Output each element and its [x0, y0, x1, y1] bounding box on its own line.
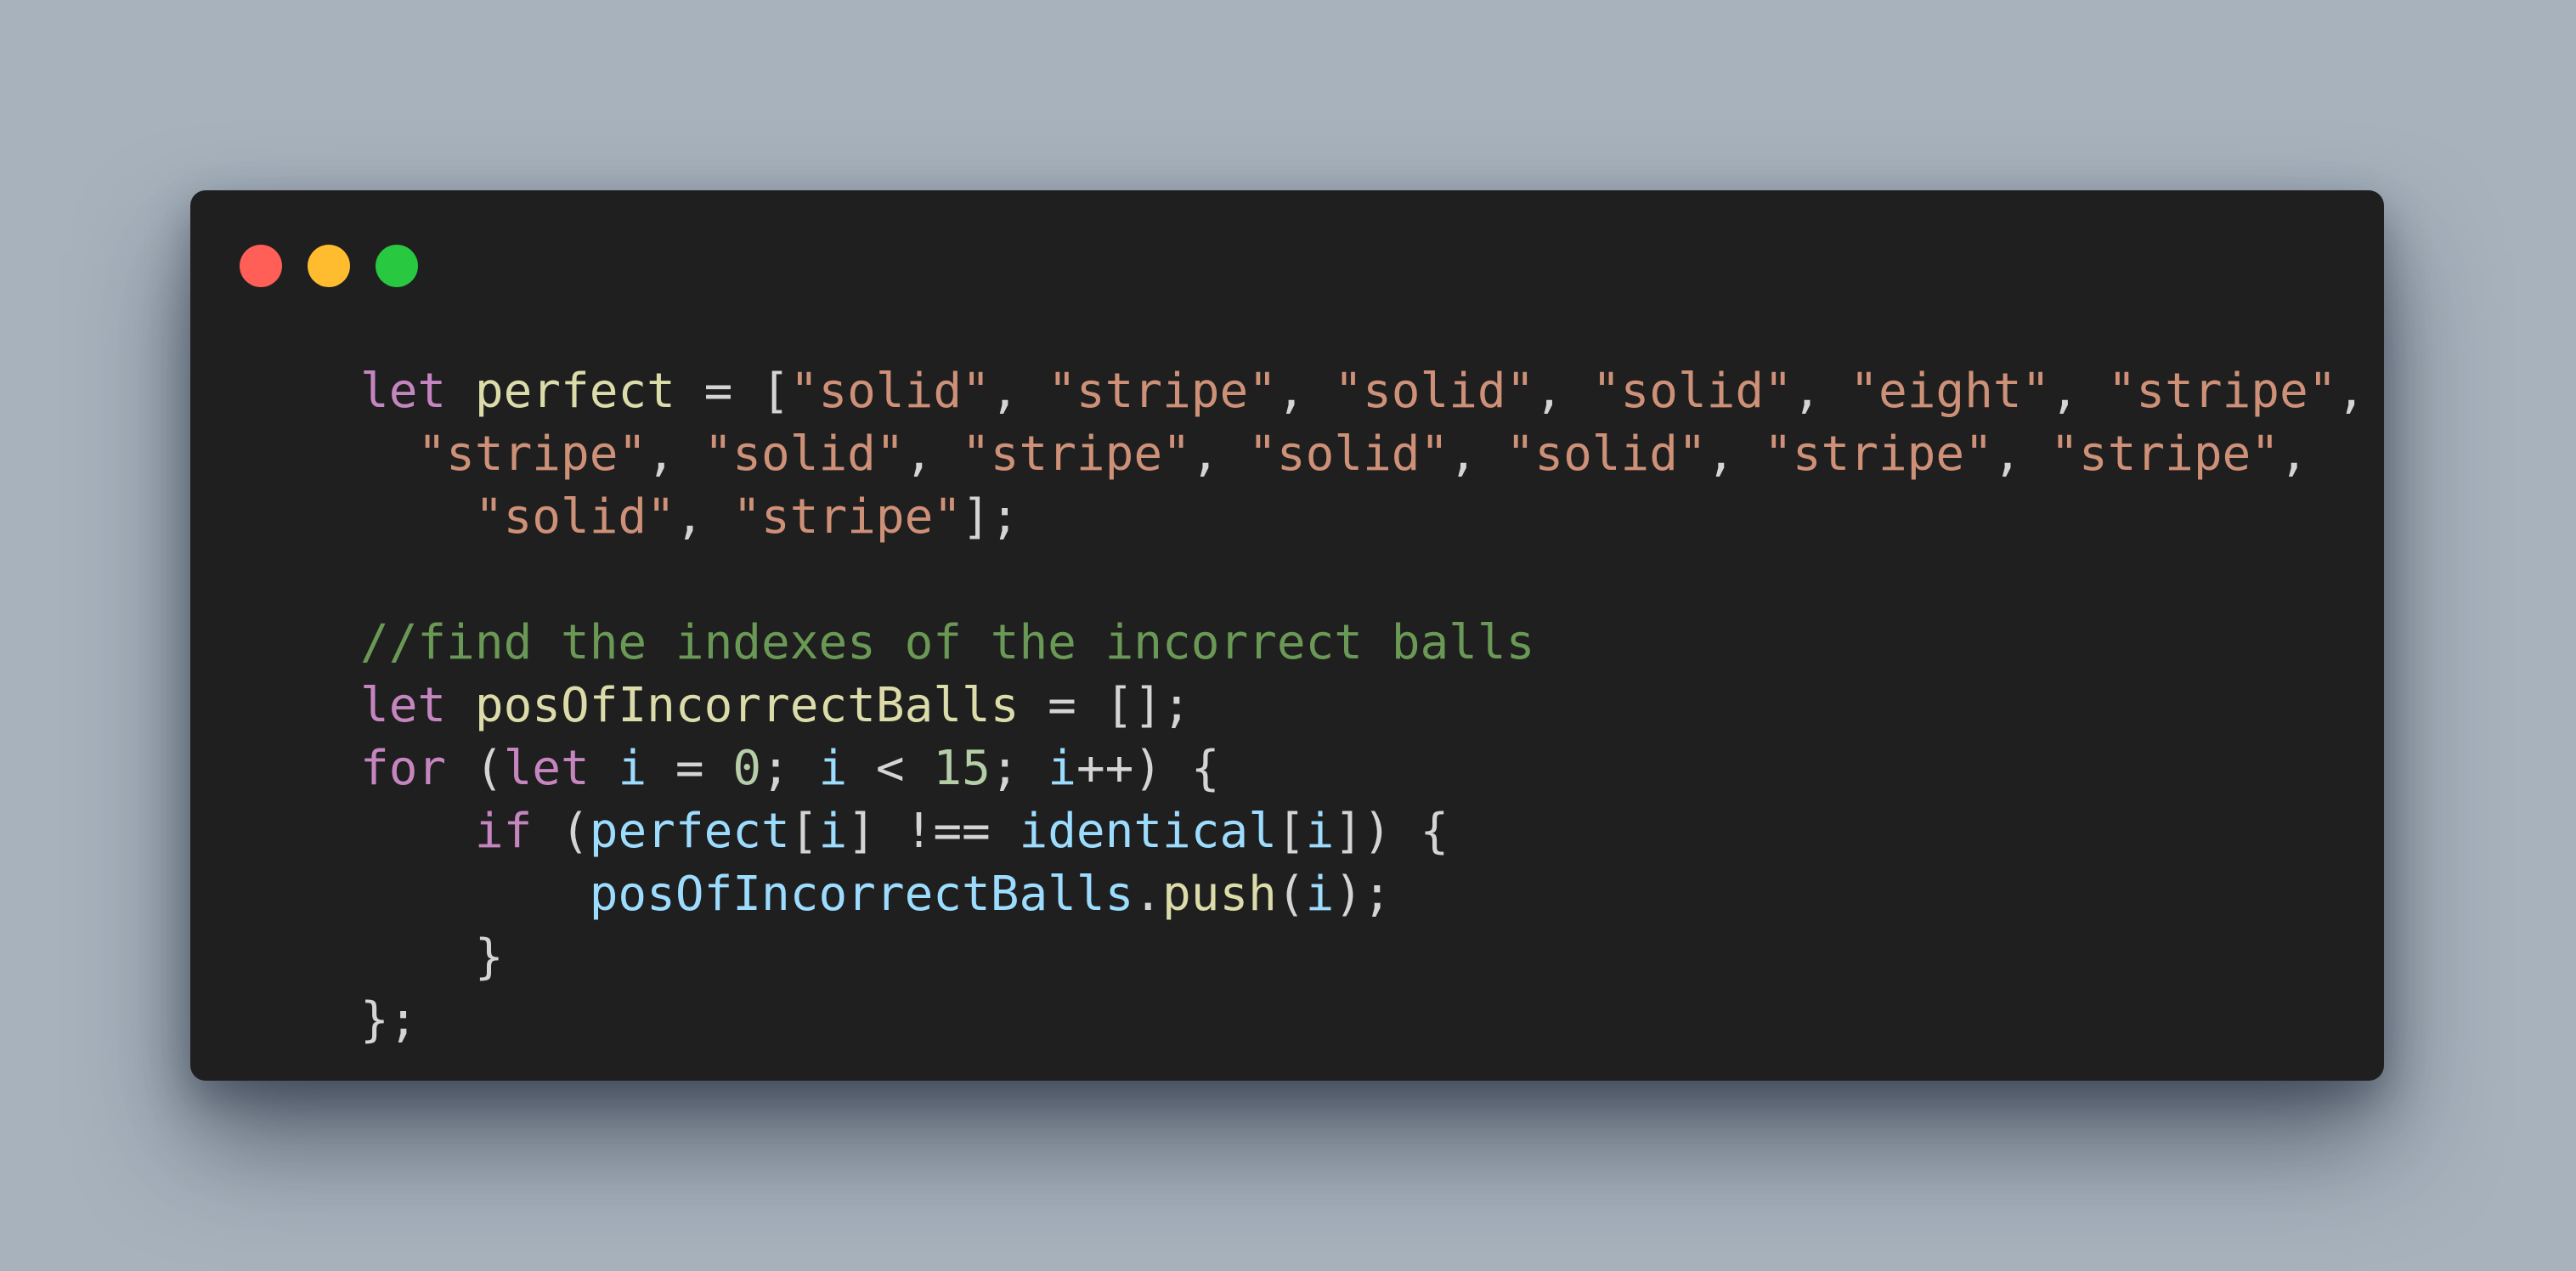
code-token-punctuation: ,: [1276, 364, 1335, 419]
code-token-number: 0: [732, 741, 762, 796]
code-token-punctuation: (: [532, 804, 590, 859]
code-token-string: "stripe": [417, 426, 647, 482]
code-line: posOfIncorrectBalls.push(i);: [360, 863, 2367, 926]
code-token-punctuation: }: [474, 929, 504, 985]
code-token-punctuation: ,: [990, 364, 1048, 419]
code-token-punctuation: };: [360, 992, 418, 1048]
code-token-punctuation: ]) {: [1334, 804, 1449, 859]
code-token-variable: i: [818, 804, 848, 859]
code-token-punctuation: ;: [990, 741, 1048, 796]
code-token-punctuation: [446, 678, 475, 733]
code-line: for (let i = 0; i < 15; i++) {: [360, 737, 2367, 800]
code-token-punctuation: ,: [2050, 364, 2108, 419]
code-token-punctuation: ,: [675, 489, 733, 545]
code-token-punctuation: .: [1133, 867, 1163, 922]
code-token-keyword: let: [360, 364, 447, 419]
code-token-punctuation: ,: [1992, 426, 2051, 482]
code-token-punctuation: ,: [1449, 426, 1506, 482]
code-token-punctuation: ,: [1792, 364, 1850, 419]
code-token-punctuation: = [];: [1019, 678, 1191, 733]
code-token-variable: i: [1048, 741, 1076, 796]
code-token-punctuation: ,: [2336, 364, 2366, 419]
code-token-punctuation: ,: [1706, 426, 1765, 482]
code-token-string: "solid": [1334, 364, 1535, 419]
code-token-string: "solid": [1591, 364, 1793, 419]
code-token-string: "solid": [789, 364, 991, 419]
code-token-string: "stripe": [962, 426, 1191, 482]
code-token-punctuation: ,: [2279, 426, 2308, 482]
zoom-button[interactable]: [376, 245, 418, 287]
code-token-punctuation: ] !==: [847, 804, 1020, 859]
minimize-button[interactable]: [308, 245, 350, 287]
code-token-string: "eight": [1850, 364, 2051, 419]
code-token-variable: i: [1305, 867, 1335, 922]
code-token-punctuation: ];: [962, 489, 1020, 545]
code-window: let perfect = ["solid", "stripe", "solid…: [190, 190, 2384, 1081]
code-token-punctuation: [: [1276, 804, 1306, 859]
code-token-keyword: if: [474, 804, 533, 859]
code-token-punctuation: [: [789, 804, 819, 859]
code-block: let perfect = ["solid", "stripe", "solid…: [360, 360, 2367, 1052]
code-token-string: "stripe": [1048, 364, 1277, 419]
code-token-variable: posOfIncorrectBalls: [589, 867, 1134, 922]
code-token-keyword: let: [360, 678, 447, 733]
code-token-variable: i: [818, 741, 848, 796]
code-token-string: "solid": [703, 426, 905, 482]
code-line: }: [360, 926, 2367, 989]
code-token-punctuation: ,: [1190, 426, 1249, 482]
code-token-punctuation: <: [847, 741, 934, 796]
code-line: let posOfIncorrectBalls = [];: [360, 675, 2367, 737]
code-token-variable: perfect: [589, 804, 790, 859]
code-line: "solid", "stripe"];: [360, 486, 2367, 549]
code-token-punctuation: ++) {: [1076, 741, 1220, 796]
code-token-number: 15: [933, 741, 991, 796]
code-token-string: "stripe": [2050, 426, 2279, 482]
code-token-punctuation: ,: [647, 426, 704, 482]
code-line: let perfect = ["solid", "stripe", "solid…: [360, 360, 2367, 423]
code-token-string: "stripe": [732, 489, 963, 545]
code-token-punctuation: ,: [1534, 364, 1592, 419]
code-token-punctuation: ,: [904, 426, 963, 482]
code-token-punctuation: [590, 741, 619, 796]
close-button[interactable]: [240, 245, 282, 287]
code-line: "stripe", "solid", "stripe", "solid", "s…: [360, 423, 2367, 486]
code-token-variable: i: [1305, 804, 1335, 859]
code-token-comment: //find the indexes of the incorrect ball…: [360, 615, 1535, 670]
code-token-punctuation: (: [446, 741, 504, 796]
code-token-punctuation: (: [1276, 867, 1306, 922]
code-token-string: "solid": [1505, 426, 1707, 482]
code-token-function: push: [1162, 867, 1277, 922]
code-token-identifier: perfect: [474, 364, 675, 419]
code-line: };: [360, 989, 2367, 1052]
code-token-string: "stripe": [1764, 426, 1993, 482]
code-token-punctuation: =: [647, 741, 733, 796]
code-token-punctuation: ;: [761, 741, 819, 796]
code-line: //find the indexes of the incorrect ball…: [360, 612, 2367, 675]
code-line: if (perfect[i] !== identical[i]) {: [360, 800, 2367, 863]
code-token-punctuation: [446, 364, 475, 419]
code-token-string: "solid": [474, 489, 675, 545]
code-token-identifier: posOfIncorrectBalls: [474, 678, 1020, 733]
code-token-punctuation: );: [1334, 867, 1392, 922]
code-token-variable: identical: [1019, 804, 1277, 859]
code-token-keyword: for: [360, 741, 447, 796]
code-token-punctuation: = [: [675, 364, 790, 419]
code-token-string: "stripe": [2107, 364, 2337, 419]
code-token-variable: i: [618, 741, 647, 796]
code-token-keyword: let: [503, 741, 590, 796]
code-token-string: "solid": [1248, 426, 1449, 482]
